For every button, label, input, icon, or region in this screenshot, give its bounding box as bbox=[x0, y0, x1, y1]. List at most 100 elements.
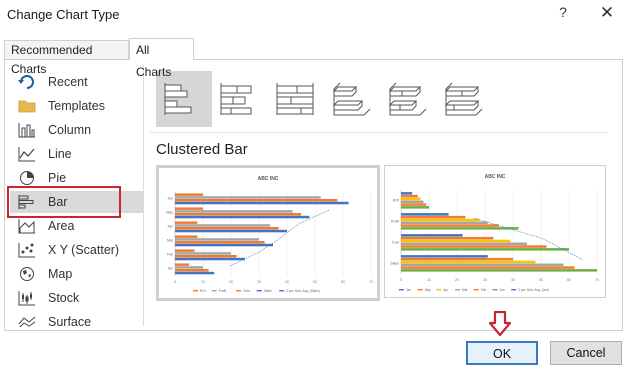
bar bbox=[175, 199, 338, 202]
sidebar-item-label: Pie bbox=[48, 171, 67, 185]
x-tick-label: 50 bbox=[539, 278, 543, 282]
legend-label: Cost bbox=[243, 289, 250, 293]
column-chart-icon bbox=[18, 123, 35, 138]
x-tick-label: 50 bbox=[313, 280, 317, 284]
sidebar-item-label: Area bbox=[48, 219, 75, 233]
legend-label: 2 per. Mov. Avg. (Jun) bbox=[518, 288, 549, 292]
subtype-divider bbox=[150, 132, 608, 133]
legend-label: Jan bbox=[406, 288, 411, 292]
tab-recommended-charts[interactable]: Recommended Charts bbox=[4, 40, 129, 76]
legend-swatch bbox=[417, 289, 423, 291]
bar bbox=[175, 243, 273, 247]
stock-chart-icon bbox=[18, 291, 35, 306]
sidebar-item-recent[interactable]: Recent bbox=[10, 71, 143, 93]
sidebar-item-label: Column bbox=[48, 123, 92, 137]
bar bbox=[401, 215, 466, 219]
legend-label: May bbox=[425, 288, 431, 292]
bar bbox=[175, 221, 198, 224]
line-chart-icon bbox=[18, 147, 35, 162]
sidebar-item-label: Map bbox=[48, 267, 73, 281]
bar bbox=[401, 269, 597, 272]
sidebar-item-label: Stock bbox=[48, 291, 80, 305]
legend-label: Sales bbox=[264, 289, 272, 293]
down-arrow-icon bbox=[488, 311, 512, 337]
x-tick-label: 70 bbox=[369, 280, 373, 284]
sidebar-item-scatter[interactable]: X Y (Scatter) bbox=[10, 239, 143, 261]
scatter-chart-icon bbox=[18, 243, 35, 258]
subtype-3d-100-stacked-bar[interactable] bbox=[436, 71, 492, 127]
bar bbox=[175, 255, 237, 258]
chart-preview-2[interactable]: ABC INC 0 10 20 30 40 50 60 70 ROI Profit Cost Sales… bbox=[384, 165, 606, 298]
sidebar-item-map[interactable]: Map bbox=[10, 263, 143, 285]
legend-swatch bbox=[492, 289, 498, 291]
y-tick-label: Apr bbox=[168, 225, 174, 229]
tab-all-charts[interactable]: All Charts bbox=[129, 38, 194, 79]
chart-preview-1[interactable]: ABC INC 0 10 20 30 40 50 60 70 Jun May Apr Mar Feb Jan… bbox=[156, 165, 380, 301]
3d-stacked-bar-icon bbox=[388, 82, 427, 116]
subtype-3d-clustered-bar[interactable] bbox=[324, 71, 380, 127]
sidebar-item-stock[interactable]: Stock bbox=[10, 287, 143, 309]
selection-highlight bbox=[7, 186, 121, 218]
close-button[interactable]: ✕ bbox=[597, 3, 617, 25]
subtype-stacked-bar[interactable] bbox=[212, 71, 268, 127]
bar bbox=[401, 197, 421, 201]
bar bbox=[175, 193, 203, 196]
bar bbox=[401, 260, 536, 264]
y-tick-label: Jun bbox=[167, 197, 173, 201]
help-button[interactable]: ? bbox=[556, 4, 570, 24]
x-tick-label: 0 bbox=[174, 280, 176, 284]
y-tick-label: Sales bbox=[390, 262, 399, 266]
y-tick-label: Profit bbox=[391, 220, 399, 224]
sidebar-item-column[interactable]: Column bbox=[10, 119, 143, 141]
legend-label: 2 per. Mov. Avg. (Sales) bbox=[286, 289, 320, 293]
3d-100-stacked-bar-icon bbox=[444, 82, 483, 116]
bar bbox=[175, 263, 189, 266]
x-tick-label: 70 bbox=[595, 278, 599, 282]
x-tick-label: 40 bbox=[285, 280, 289, 284]
bar bbox=[401, 242, 527, 245]
bar bbox=[175, 229, 287, 233]
sidebar-item-area[interactable]: Area bbox=[10, 215, 143, 237]
bar bbox=[401, 203, 427, 206]
subtype-100-stacked-bar[interactable] bbox=[268, 71, 324, 127]
legend-label: ROI bbox=[200, 289, 206, 293]
bar bbox=[401, 192, 413, 195]
bar bbox=[401, 266, 575, 269]
bar bbox=[401, 257, 513, 261]
surface-chart-icon bbox=[18, 316, 36, 327]
x-tick-label: 60 bbox=[567, 278, 571, 282]
legend-swatch bbox=[511, 289, 517, 291]
stacked-bar-icon bbox=[220, 83, 252, 115]
preview-chart-1: ABC INC 0 10 20 30 40 50 60 70 Jun May Apr Mar Feb Jan… bbox=[166, 176, 373, 293]
bar bbox=[401, 218, 480, 222]
bar bbox=[175, 227, 279, 230]
x-tick-label: 10 bbox=[427, 278, 431, 282]
bar bbox=[175, 257, 245, 261]
legend-swatch bbox=[473, 289, 479, 291]
x-tick-label: 40 bbox=[511, 278, 515, 282]
sidebar-item-line[interactable]: Line bbox=[10, 143, 143, 165]
legend-swatch bbox=[256, 290, 262, 292]
legend-swatch bbox=[436, 289, 442, 291]
100-stacked-bar-icon bbox=[276, 83, 314, 115]
cancel-button[interactable]: Cancel bbox=[550, 341, 622, 365]
bar bbox=[401, 200, 424, 203]
sidebar-item-templates[interactable]: Templates bbox=[10, 95, 143, 117]
subtype-3d-stacked-bar[interactable] bbox=[380, 71, 436, 127]
bar bbox=[175, 207, 203, 210]
dialog-title: Change Chart Type bbox=[7, 7, 120, 22]
sidebar-item-label: Surface bbox=[48, 315, 92, 327]
bar bbox=[401, 239, 511, 243]
ok-button[interactable]: OK bbox=[466, 341, 538, 365]
sidebar-item-label: Line bbox=[48, 147, 72, 161]
bar bbox=[175, 241, 265, 244]
bar bbox=[175, 213, 301, 216]
bar bbox=[175, 210, 293, 213]
bar bbox=[401, 224, 499, 227]
bar bbox=[401, 213, 449, 216]
bar bbox=[175, 252, 231, 255]
map-chart-icon bbox=[20, 267, 34, 281]
bar bbox=[401, 245, 547, 248]
sidebar-item-surface[interactable]: Surface bbox=[10, 311, 143, 327]
area-chart-icon bbox=[18, 219, 35, 234]
